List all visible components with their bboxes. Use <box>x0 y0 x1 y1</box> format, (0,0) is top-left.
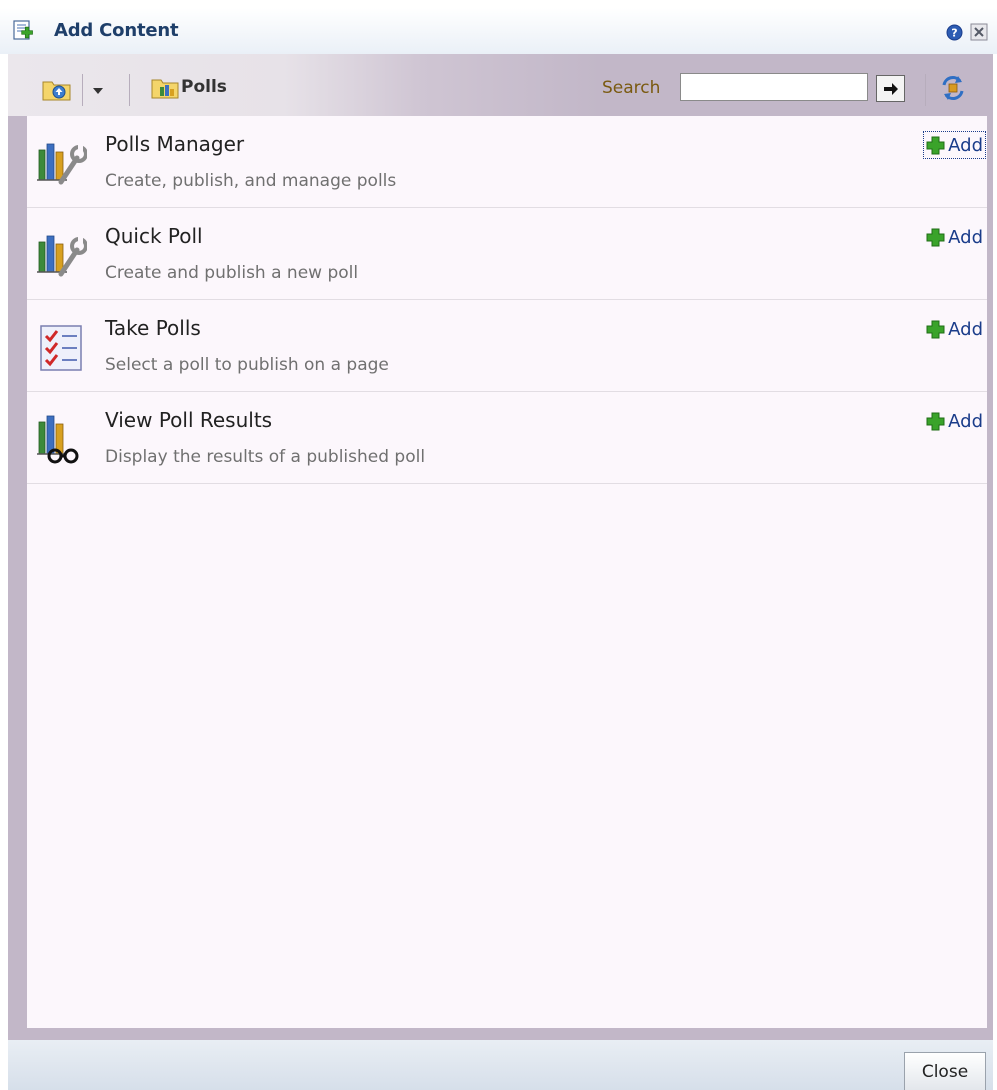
search-label: Search <box>602 78 661 98</box>
chevron-down-icon[interactable] <box>92 87 104 95</box>
quick-poll-icon <box>37 235 87 277</box>
content-list: Polls Manager Create, publish, and manag… <box>27 116 987 1028</box>
add-content-icon <box>13 20 33 40</box>
add-label: Add <box>948 318 983 340</box>
checklist-icon <box>40 325 82 371</box>
polls-manager-icon <box>37 143 87 185</box>
dialog-footer: Close <box>8 1040 993 1090</box>
refresh-icon[interactable] <box>938 73 968 103</box>
add-content-dialog: Add Content ? Polls Search Polls Manager… <box>0 0 997 1090</box>
plus-icon <box>926 136 945 154</box>
item-title: Quick Poll <box>105 224 203 248</box>
plus-icon <box>926 228 945 246</box>
add-label: Add <box>948 226 983 248</box>
toolbar-separator <box>82 74 83 106</box>
close-button[interactable]: Close <box>904 1052 986 1090</box>
toolbar-separator <box>129 74 130 106</box>
item-title: Polls Manager <box>105 132 245 156</box>
list-item: Quick Poll Create and publish a new poll… <box>27 208 987 300</box>
view-results-icon <box>37 415 79 464</box>
list-item: Polls Manager Create, publish, and manag… <box>27 116 987 208</box>
item-description: Create, publish, and manage polls <box>105 171 397 191</box>
dialog-title-bar: Add Content ? <box>0 8 997 54</box>
content-frame: Polls Search Polls Manager Create, publi… <box>8 54 993 1040</box>
dialog-title: Add Content <box>54 20 179 41</box>
item-description: Select a poll to publish on a page <box>105 355 389 375</box>
help-icon[interactable]: ? <box>946 24 963 41</box>
toolbar: Polls Search <box>8 54 993 116</box>
plus-icon <box>926 320 945 338</box>
search-input[interactable] <box>680 73 868 101</box>
add-label: Add <box>948 410 983 432</box>
close-x-icon[interactable] <box>970 23 988 41</box>
folder-up-icon[interactable] <box>42 77 72 101</box>
toolbar-separator <box>925 74 926 106</box>
list-item: Take Polls Select a poll to publish on a… <box>27 300 987 392</box>
arrow-right-icon <box>883 82 898 95</box>
item-description: Create and publish a new poll <box>105 263 359 283</box>
add-button[interactable]: Add <box>924 408 985 434</box>
plus-icon <box>926 412 945 430</box>
item-title: View Poll Results <box>105 408 273 432</box>
item-description: Display the results of a published poll <box>105 447 426 467</box>
add-button[interactable]: Add <box>923 131 986 159</box>
add-label: Add <box>948 134 983 156</box>
search-go-button[interactable] <box>876 75 905 102</box>
polls-folder-icon <box>151 79 179 99</box>
current-folder-label: Polls <box>181 77 227 97</box>
svg-text:?: ? <box>951 27 957 40</box>
list-item: View Poll Results Display the results of… <box>27 392 987 484</box>
add-button[interactable]: Add <box>924 224 985 250</box>
item-title: Take Polls <box>105 316 201 340</box>
add-button[interactable]: Add <box>924 316 985 342</box>
